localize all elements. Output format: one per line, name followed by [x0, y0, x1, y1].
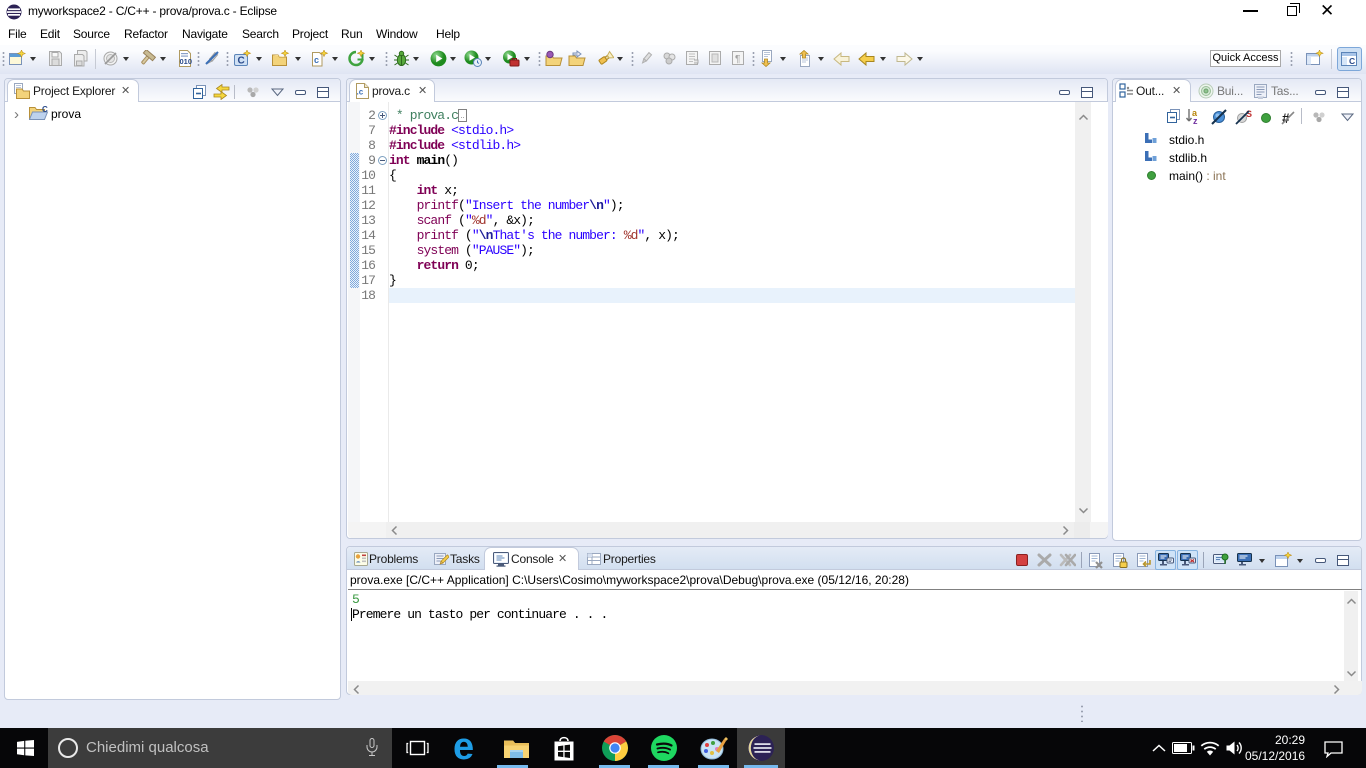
svg-text:z: z — [1193, 116, 1198, 125]
svg-text:c: c — [314, 55, 319, 65]
svg-text:¶: ¶ — [735, 54, 740, 65]
svg-text:C: C — [1349, 56, 1355, 66]
svg-text:.c: .c — [357, 88, 364, 97]
svg-text:010: 010 — [180, 57, 193, 66]
svg-text:C: C — [42, 105, 48, 114]
svg-text:C: C — [238, 56, 245, 67]
